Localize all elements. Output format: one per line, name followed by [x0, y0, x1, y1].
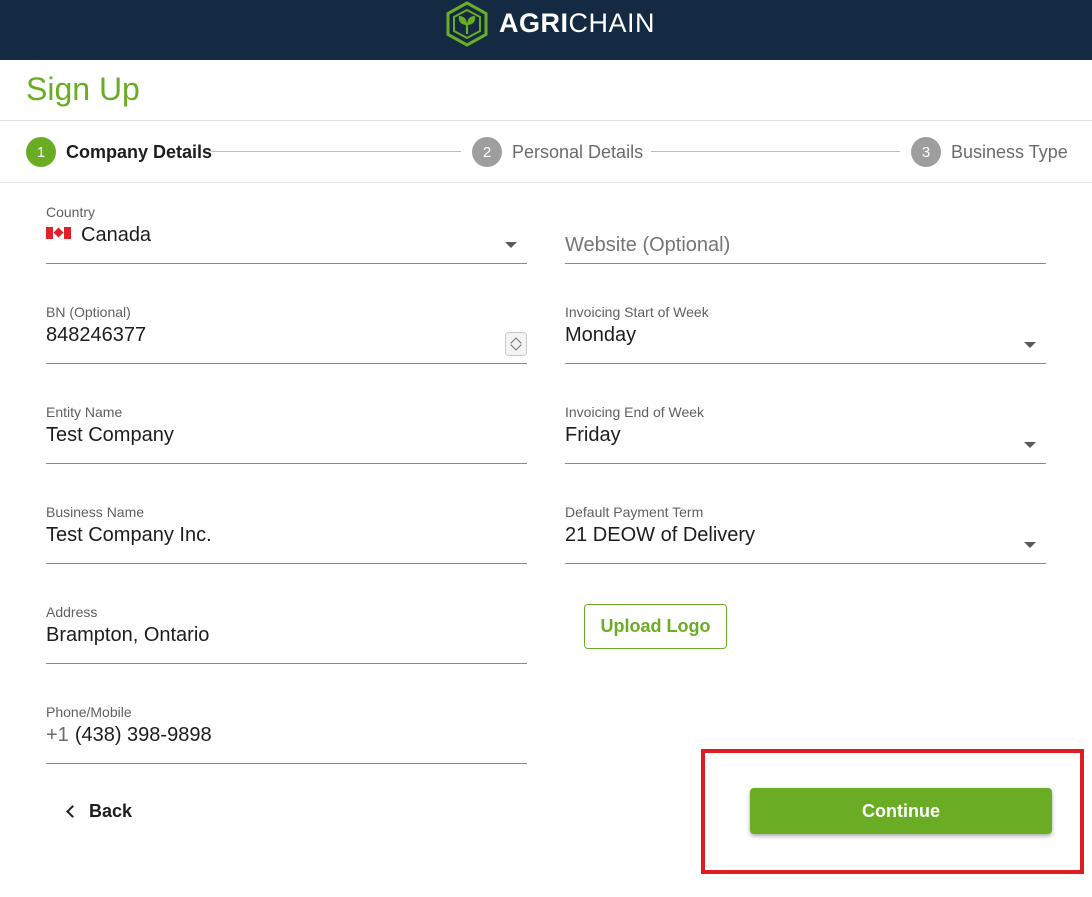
upload-logo-button[interactable]: Upload Logo	[584, 604, 727, 649]
back-button[interactable]: Back	[64, 797, 132, 825]
step-label: Company Details	[66, 141, 213, 162]
phone-label: Phone/Mobile	[46, 704, 132, 720]
entity-name-field[interactable]: Entity Name Test Company	[46, 404, 527, 464]
payment-term-value: 21 DEOW of Delivery	[565, 524, 756, 546]
chevron-down-icon	[1024, 542, 1036, 548]
business-name-field[interactable]: Business Name Test Company Inc.	[46, 504, 527, 564]
brand-name-bold: AGRI	[499, 8, 569, 38]
step-business-type[interactable]: 3 Business Type	[911, 137, 1068, 167]
hexagon-leaf-icon	[446, 0, 488, 47]
invoicing-start-label: Invoicing Start of Week	[565, 304, 709, 320]
bn-field[interactable]: BN (Optional) 848246377	[46, 304, 527, 364]
address-value: Brampton, Ontario	[46, 624, 210, 646]
page-title: Sign Up	[26, 71, 140, 107]
invoicing-end-value: Friday	[565, 424, 621, 446]
step-number-badge: 3	[911, 137, 941, 167]
chevron-down-icon	[1024, 442, 1036, 448]
address-label: Address	[46, 604, 98, 620]
business-name-label: Business Name	[46, 504, 145, 520]
entity-name-label: Entity Name	[46, 404, 123, 420]
country-label: Country	[46, 204, 96, 220]
continue-button[interactable]: Continue	[750, 788, 1052, 834]
step-label: Business Type	[951, 141, 1068, 162]
payment-term-label: Default Payment Term	[565, 504, 704, 520]
phone-field[interactable]: Phone/Mobile +1 (438) 398-9898	[46, 704, 527, 764]
step-number-badge: 1	[26, 137, 56, 167]
chevron-left-icon	[66, 804, 79, 818]
invoicing-start-value: Monday	[565, 324, 637, 346]
country-name: Canada	[81, 224, 152, 246]
bn-label: BN (Optional)	[46, 304, 131, 320]
website-field[interactable]: Website (Optional)	[565, 204, 1046, 264]
step-connector	[651, 151, 900, 152]
website-placeholder: Website (Optional)	[565, 234, 731, 256]
entity-name-value: Test Company	[46, 424, 174, 446]
number-spinner[interactable]	[505, 332, 527, 356]
address-field[interactable]: Address Brampton, Ontario	[46, 604, 527, 664]
step-company-details[interactable]: 1 Company Details	[26, 137, 212, 167]
agrichain-logo[interactable]: AGRICHAIN	[444, 0, 655, 47]
step-personal-details[interactable]: 2 Personal Details	[472, 137, 643, 167]
step-connector	[211, 151, 461, 152]
invoicing-end-select[interactable]: Invoicing End of Week Friday	[565, 404, 1046, 464]
phone-number: (438) 398-9898	[74, 724, 212, 746]
chevron-down-icon	[1024, 342, 1036, 348]
invoicing-start-select[interactable]: Invoicing Start of Week Monday	[565, 304, 1046, 364]
stepper-divider	[0, 182, 1092, 183]
brand-name: AGRICHAIN	[499, 10, 655, 37]
invoicing-end-label: Invoicing End of Week	[565, 404, 705, 420]
phone-country-code: +1	[46, 724, 69, 746]
country-value: Canada	[46, 224, 151, 247]
top-header-bar: AGRICHAIN	[0, 0, 1092, 60]
back-label: Back	[89, 800, 133, 821]
step-number-badge: 2	[472, 137, 502, 167]
country-select[interactable]: Country Canada	[46, 204, 527, 264]
payment-term-select[interactable]: Default Payment Term 21 DEOW of Delivery	[565, 504, 1046, 564]
brand-name-light: CHAIN	[568, 8, 656, 38]
step-label: Personal Details	[512, 141, 644, 162]
chevron-down-icon	[505, 242, 517, 248]
canada-flag-icon	[46, 227, 71, 239]
business-name-value: Test Company Inc.	[46, 524, 212, 546]
phone-value: +1 (438) 398-9898	[46, 724, 212, 747]
bn-value: 848246377	[46, 324, 147, 346]
title-divider	[0, 120, 1092, 121]
